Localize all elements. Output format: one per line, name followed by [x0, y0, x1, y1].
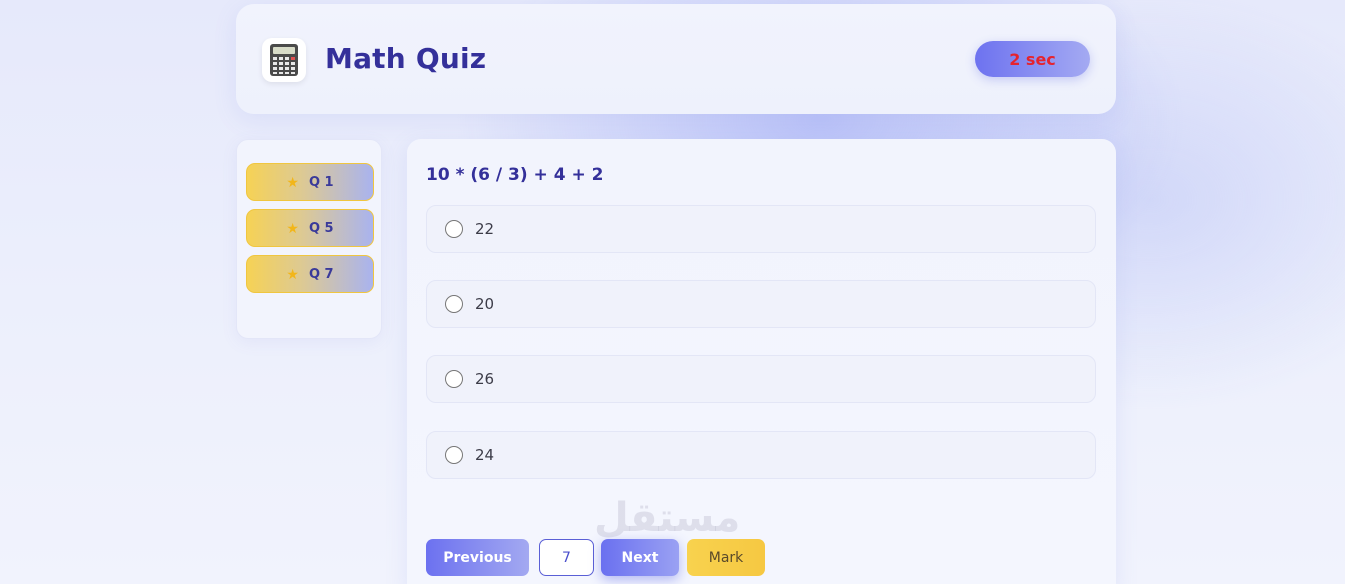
- marked-question-item[interactable]: ★ Q 7: [246, 255, 374, 293]
- answer-option-label: 22: [475, 220, 495, 238]
- question-number-indicator[interactable]: 7: [539, 539, 594, 576]
- answer-option-label: 20: [475, 295, 495, 313]
- radio-button[interactable]: [445, 295, 463, 313]
- timer-badge: 2 sec: [975, 41, 1090, 77]
- timer-text: 2 sec: [1009, 49, 1056, 69]
- radio-button[interactable]: [445, 446, 463, 464]
- answer-option[interactable]: 20: [426, 280, 1096, 328]
- marked-question-label: Q 1: [308, 174, 334, 190]
- star-icon: ★: [286, 266, 299, 282]
- answer-option[interactable]: 22: [426, 205, 1096, 253]
- question-text: 10 * (6 / 3) + 4 + 2: [426, 165, 604, 185]
- question-card: 10 * (6 / 3) + 4 + 2 22 20 26 24 Previou…: [407, 139, 1116, 584]
- star-icon: ★: [286, 220, 299, 236]
- star-icon: ★: [286, 174, 299, 190]
- marked-question-label: Q 5: [308, 220, 334, 236]
- quiz-header: Math Quiz 2 sec: [236, 4, 1116, 114]
- mark-button[interactable]: Mark: [687, 539, 765, 576]
- marked-question-item[interactable]: ★ Q 5: [246, 209, 374, 247]
- next-button[interactable]: Next: [601, 539, 679, 576]
- answer-option[interactable]: 26: [426, 355, 1096, 403]
- answer-option-label: 24: [475, 446, 495, 464]
- marked-question-label: Q 7: [308, 266, 334, 282]
- previous-button[interactable]: Previous: [426, 539, 529, 576]
- answer-option[interactable]: 24: [426, 431, 1096, 479]
- answer-option-label: 26: [475, 370, 495, 388]
- calculator-icon: [262, 38, 306, 82]
- radio-button[interactable]: [445, 370, 463, 388]
- page-title: Math Quiz: [325, 42, 487, 75]
- marked-questions-sidebar: ★ Q 1 ★ Q 5 ★ Q 7: [236, 139, 382, 339]
- radio-button[interactable]: [445, 220, 463, 238]
- marked-question-item[interactable]: ★ Q 1: [246, 163, 374, 201]
